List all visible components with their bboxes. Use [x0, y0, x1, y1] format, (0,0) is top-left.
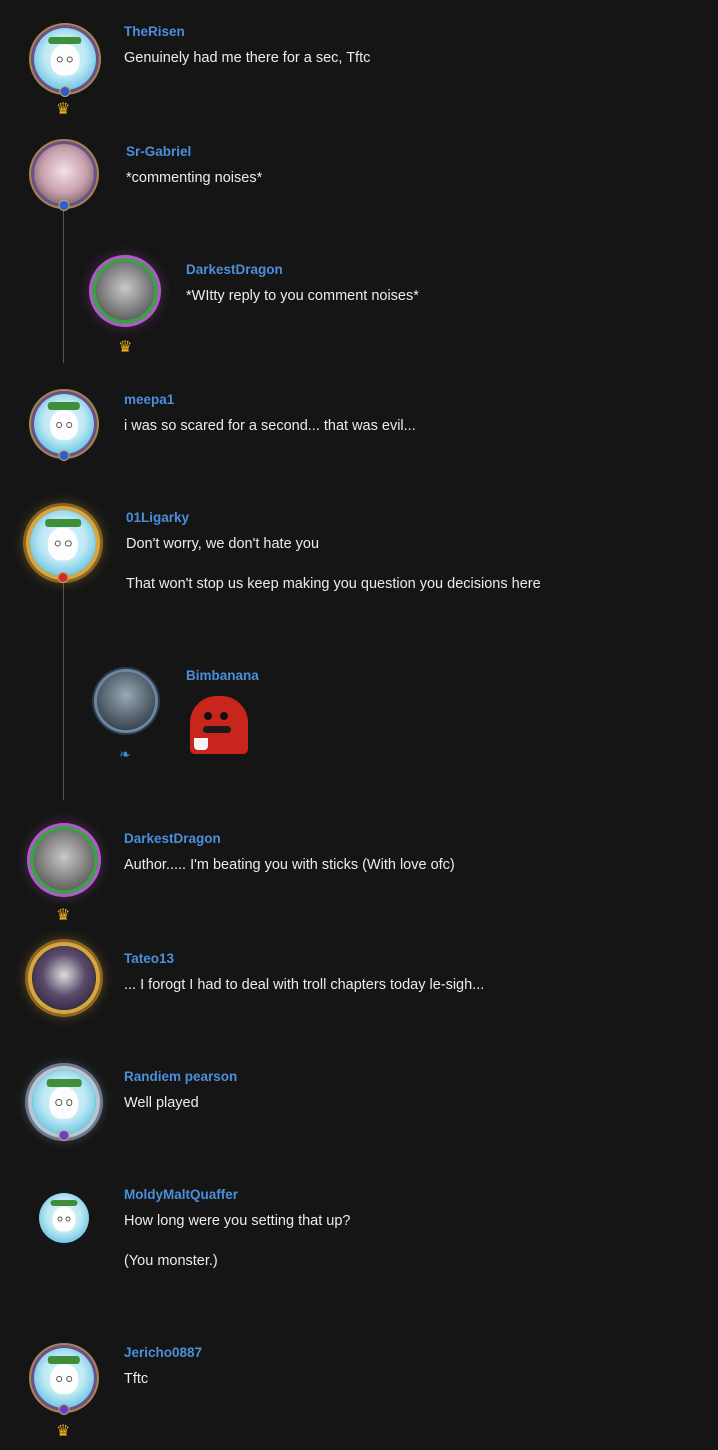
banner-icon: [47, 1356, 81, 1364]
crown-icon: ♛: [118, 339, 133, 356]
username[interactable]: Sr-Gabriel: [126, 144, 191, 159]
comment-text: Don't worry, we don't hate you: [126, 536, 320, 552]
username[interactable]: MoldyMaltQuaffer: [124, 1187, 238, 1202]
comment-text: Tftc: [124, 1371, 149, 1387]
username[interactable]: TheRisen: [124, 24, 185, 39]
banner-icon: [47, 402, 81, 410]
gem-icon: [58, 450, 70, 461]
comment-text: Author..... I'm beating you with sticks …: [124, 857, 455, 873]
comment-text: *WItty reply to you comment noises*: [186, 288, 419, 304]
comment-text: ... I forogt I had to deal with troll ch…: [124, 977, 485, 993]
username[interactable]: 01Ligarky: [126, 510, 189, 525]
crown-icon: ♛: [56, 101, 71, 118]
comment-text: Genuinely had me there for a sec, Tftc: [124, 50, 371, 66]
face-icon: [50, 44, 80, 76]
comment-text: *commenting noises*: [126, 170, 263, 186]
face-icon: [49, 1087, 79, 1120]
face-icon: [50, 1364, 78, 1395]
username[interactable]: Bimbanana: [186, 668, 259, 683]
gem-icon: [58, 1404, 70, 1415]
comment-text: (You monster.): [124, 1253, 218, 1269]
gem-icon: [58, 200, 70, 211]
banner-icon: [45, 519, 81, 528]
red-dinosaur-sticker: [190, 696, 248, 754]
username[interactable]: DarkestDragon: [186, 262, 283, 277]
comment-text: i was so scared for a second... that was…: [124, 418, 416, 434]
face-icon: [47, 527, 79, 561]
cup-icon: [194, 738, 208, 750]
comment-text: That won't stop us keep making you quest…: [126, 576, 541, 592]
username[interactable]: Tateo13: [124, 951, 174, 966]
banner-icon: [48, 36, 82, 45]
feather-icon: ❧: [119, 746, 131, 762]
comment-text: Well played: [124, 1095, 199, 1111]
gem-icon: [59, 86, 71, 97]
username[interactable]: Jericho0887: [124, 1345, 202, 1360]
username[interactable]: meepa1: [124, 392, 174, 407]
username[interactable]: Randiem pearson: [124, 1069, 237, 1084]
gem-icon: [57, 572, 69, 583]
thread-line: [63, 205, 64, 363]
face-icon: [52, 1206, 76, 1232]
face-icon: [50, 410, 78, 441]
gem-icon: [58, 1130, 70, 1141]
username[interactable]: DarkestDragon: [124, 831, 221, 846]
banner-icon: [46, 1078, 82, 1087]
banner-icon: [50, 1200, 78, 1206]
thread-line: [63, 572, 64, 800]
crown-icon: ♛: [56, 907, 71, 924]
comment-text: How long were you setting that up?: [124, 1213, 351, 1229]
crown-icon: ♛: [56, 1423, 71, 1440]
